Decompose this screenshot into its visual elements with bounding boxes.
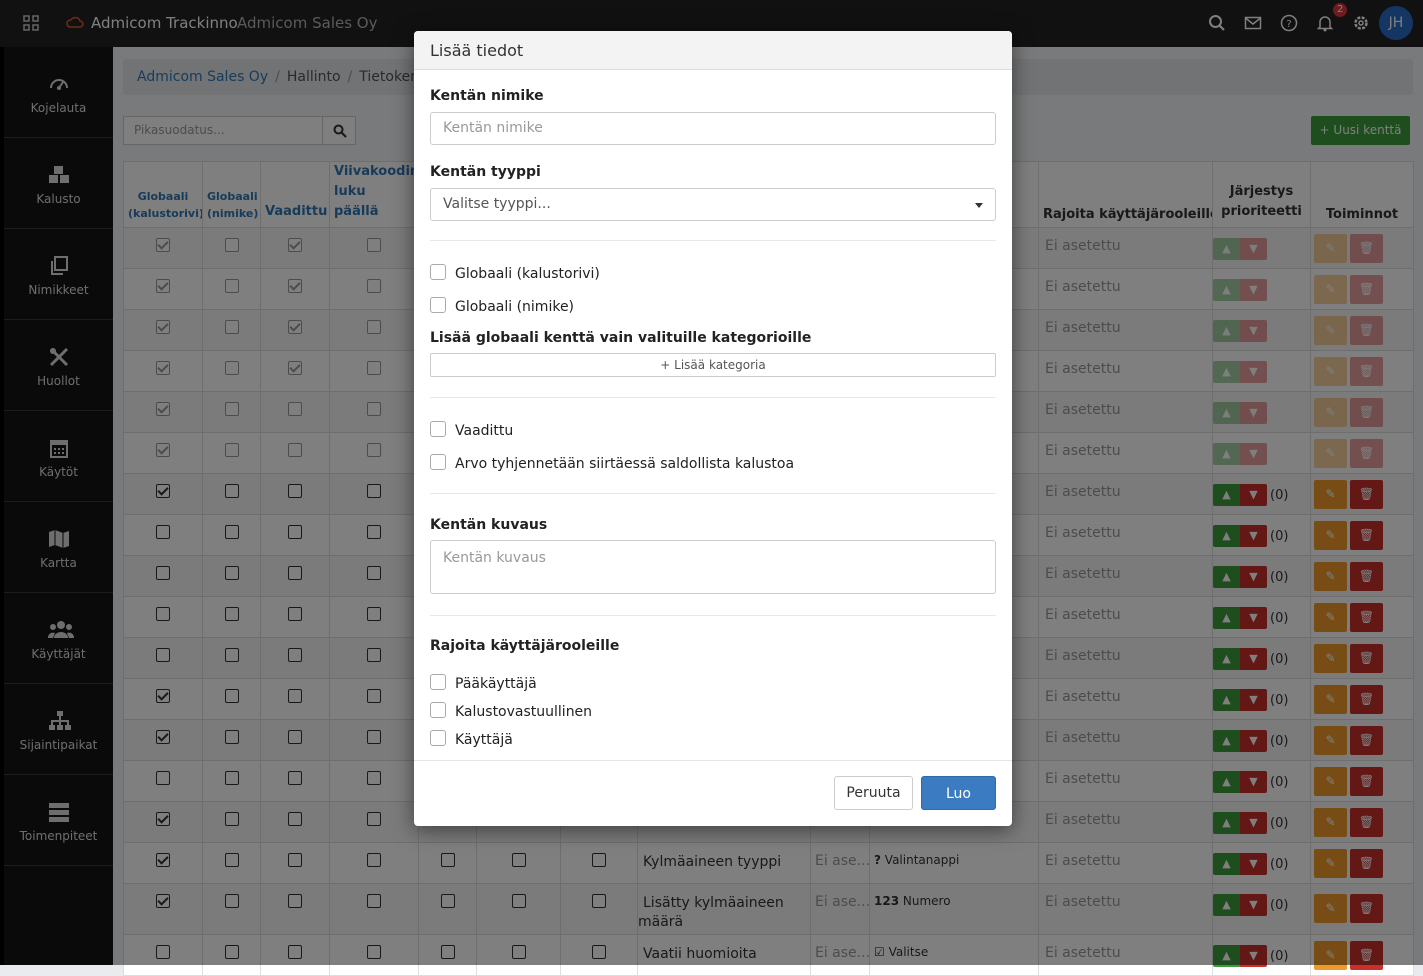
field-description-textarea[interactable]: Kentän kuvaus xyxy=(430,540,996,594)
plus-icon: + xyxy=(660,358,671,372)
divider xyxy=(430,493,996,494)
modal-footer-divider xyxy=(414,760,1012,761)
add-field-modal: Lisää tiedot Kentän nimike Kentän nimike… xyxy=(414,31,1012,826)
checkbox-label: Globaali (kalustorivi) xyxy=(455,266,600,282)
modal-title: Lisää tiedot xyxy=(430,41,524,60)
create-button[interactable]: Luo xyxy=(921,776,996,810)
checkbox-label: Vaadittu xyxy=(455,423,514,439)
modal-header: Lisää tiedot xyxy=(414,31,1012,70)
checkbox-label: Kalustovastuullinen xyxy=(455,704,593,720)
add-category-label: Lisää kategoria xyxy=(674,358,766,372)
divider xyxy=(430,240,996,241)
divider xyxy=(430,397,996,398)
category-label: Lisää globaali kenttä vain valituille ka… xyxy=(430,330,812,346)
field-type-label: Kentän tyyppi xyxy=(430,164,541,180)
cancel-button[interactable]: Peruuta xyxy=(834,776,913,810)
checkbox-label: Käyttäjä xyxy=(455,732,513,748)
field-description-label: Kentän kuvaus xyxy=(430,517,548,533)
field-type-select[interactable]: Valitse tyyppi... xyxy=(430,188,996,221)
checkbox-box[interactable] xyxy=(430,264,446,280)
checkbox-box[interactable] xyxy=(430,297,446,313)
checkbox-label: Arvo tyhjennetään siirtäessä saldollista… xyxy=(455,456,795,472)
divider xyxy=(430,615,996,616)
field-name-input[interactable]: Kentän nimike xyxy=(430,112,996,145)
checkbox-box[interactable] xyxy=(430,702,446,718)
checkbox-box[interactable] xyxy=(430,454,446,470)
roles-label: Rajoita käyttäjärooleille xyxy=(430,638,620,654)
field-name-label: Kentän nimike xyxy=(430,88,544,104)
checkbox-box[interactable] xyxy=(430,674,446,690)
checkbox-label: Globaali (nimike) xyxy=(455,299,575,315)
field-type-value: Valitse tyyppi... xyxy=(443,196,551,212)
add-category-button[interactable]: + Lisää kategoria xyxy=(430,353,996,377)
checkbox-box[interactable] xyxy=(430,421,446,437)
checkbox-box[interactable] xyxy=(430,730,446,746)
caret-down-icon xyxy=(975,203,983,208)
checkbox-label: Pääkäyttäjä xyxy=(455,676,537,692)
